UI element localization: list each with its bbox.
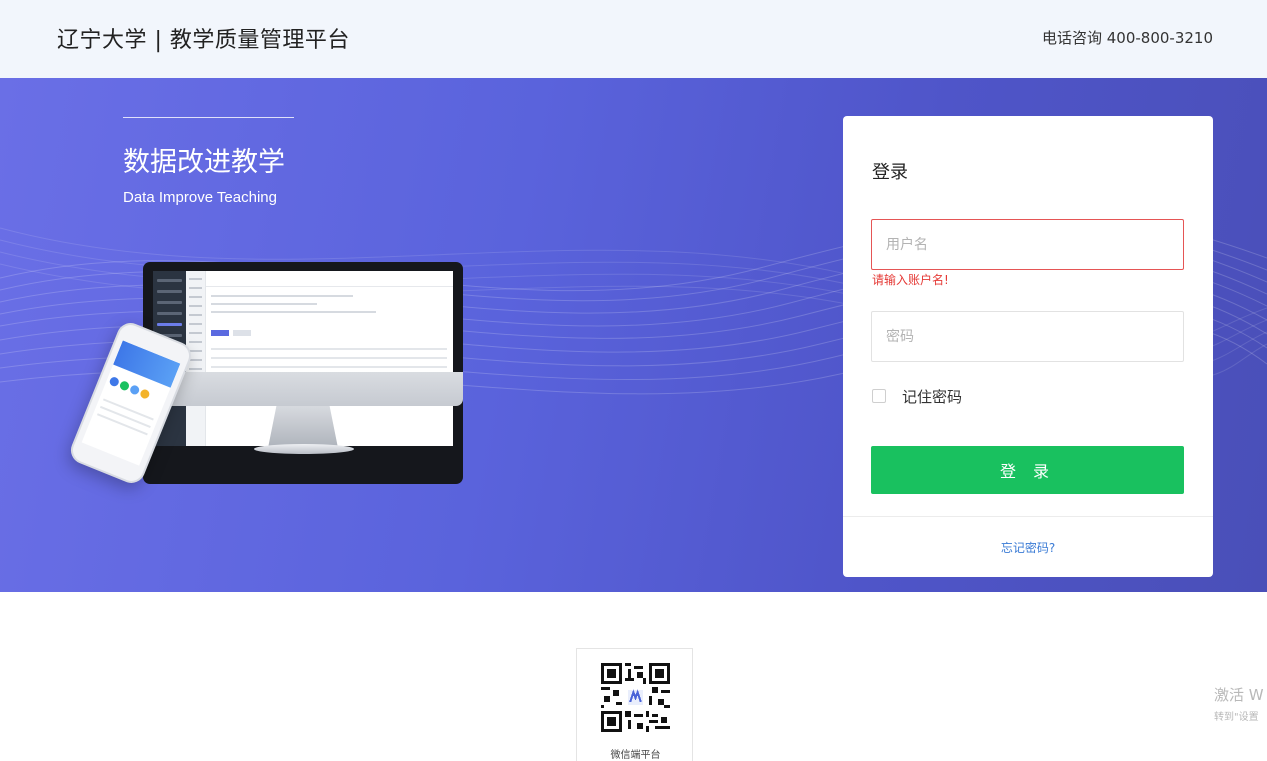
username-error-text: 请输入账户名! (872, 273, 949, 287)
hero-subtitle: Data Improve Teaching (123, 189, 277, 206)
hero-divider (123, 117, 294, 118)
hotline-text: 电话咨询 400-800-3210 (1041, 29, 1213, 47)
wechat-qr-card: 微信端平台 (576, 648, 693, 761)
forgot-password-link[interactable]: 忘记密码? (843, 539, 1213, 556)
hero-title: 数据改进教学 (123, 147, 285, 178)
monitor-base (254, 444, 354, 454)
screen-topbar (206, 271, 453, 287)
qr-label: 微信端平台 (610, 750, 661, 761)
login-card: 登录 请输入账户名! 记住密码 登 录 忘记密码? (843, 116, 1213, 577)
username-input[interactable] (871, 219, 1184, 270)
activation-watermark-subtitle: 转到"设置 (1214, 712, 1259, 723)
remember-password-checkbox[interactable] (872, 389, 886, 403)
monitor-stand (268, 406, 338, 448)
login-button[interactable]: 登 录 (871, 446, 1184, 494)
remember-password-label: 记住密码 (902, 387, 963, 406)
card-divider (843, 516, 1213, 517)
password-input[interactable] (871, 311, 1184, 362)
monitor-bezel (143, 372, 463, 406)
qr-code-icon (601, 663, 670, 732)
top-header: 辽宁大学 | 教学质量管理平台 电话咨询 400-800-3210 (0, 0, 1267, 78)
remember-password-row[interactable]: 记住密码 (872, 386, 962, 406)
site-title: 辽宁大学 | 教学质量管理平台 (57, 28, 350, 53)
login-title: 登录 (872, 162, 908, 183)
activation-watermark-title: 激活 W (1214, 686, 1264, 704)
